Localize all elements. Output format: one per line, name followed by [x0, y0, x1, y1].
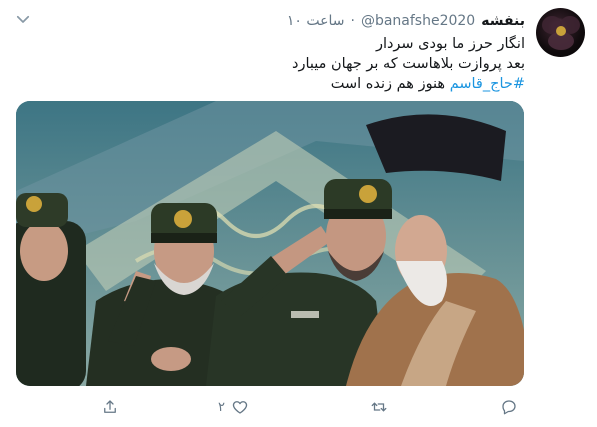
photo-illustration [16, 101, 524, 386]
separator-dot: · [350, 13, 355, 29]
tweet-header: بنفشه @banafshe2020 · ۱۰ ساعت [287, 11, 525, 31]
retweet-button[interactable] [370, 394, 388, 420]
share-button[interactable] [101, 394, 119, 420]
reply-button[interactable] [500, 394, 518, 420]
tweet-line-3-text: هنوز هم زنده است [330, 76, 446, 92]
tweet-text: انگار حرز ما بودی سردار بعد پروازت بلاها… [25, 34, 525, 94]
avatar[interactable] [536, 8, 585, 57]
tweet-photo[interactable] [16, 101, 524, 386]
retweet-icon [371, 402, 387, 412]
chevron-down-icon [16, 15, 30, 23]
share-icon [104, 400, 116, 413]
tweet-actions: ۲ [0, 394, 597, 420]
tweet-menu-button[interactable] [14, 10, 34, 30]
tweet-line-2: بعد پروازت بلاهاست که بر جهان میبارد [292, 56, 525, 72]
timestamp[interactable]: ۱۰ ساعت [287, 13, 345, 29]
author-name[interactable]: بنفشه [481, 13, 525, 29]
author-handle[interactable]: @banafshe2020 [361, 13, 475, 29]
reply-icon [502, 400, 516, 415]
tweet-card[interactable]: بنفشه @banafshe2020 · ۱۰ ساعت انگار حرز … [0, 0, 597, 427]
heart-icon [232, 401, 248, 414]
tweet-line-3: #حاج_قاسم هنوز هم زنده است [25, 74, 525, 94]
like-count: ۲ [218, 399, 225, 415]
tweet-line-1: انگار حرز ما بودی سردار [375, 36, 525, 52]
like-button[interactable]: ۲ [218, 394, 249, 420]
hashtag-link[interactable]: #حاج_قاسم [450, 76, 525, 92]
